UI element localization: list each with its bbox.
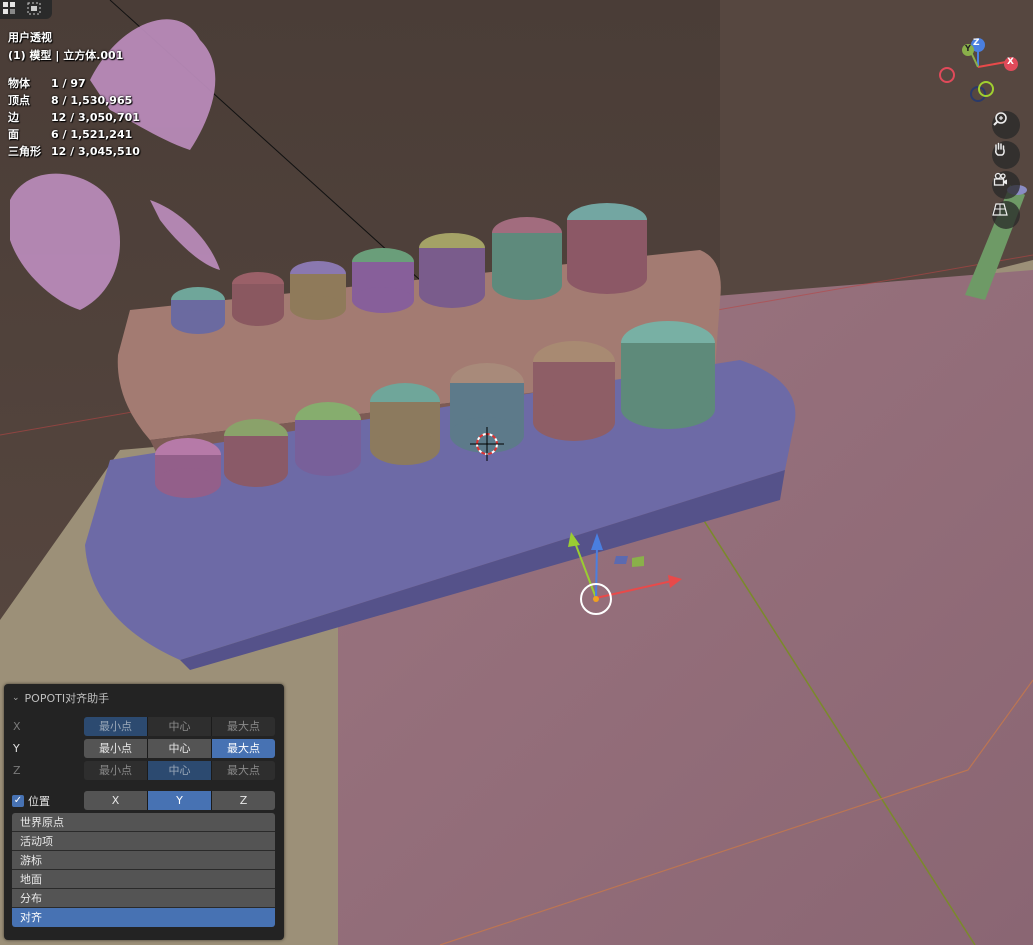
active-object-label: (1) 模型 | 立方体.001 — [8, 49, 124, 62]
axis-y-center-option[interactable]: 中心 — [148, 739, 212, 758]
position-z-option[interactable]: Z — [212, 791, 275, 810]
position-label: 位置 — [28, 795, 50, 808]
mode-distribute[interactable]: 分布 — [12, 889, 275, 908]
align-mode-list: 世界原点 活动项 游标 地面 分布 对齐 — [12, 813, 275, 927]
axis-x-label: X — [13, 720, 21, 733]
axis-z-min-option[interactable]: 最小点 — [84, 761, 148, 780]
axis-y-min-option[interactable]: 最小点 — [84, 739, 148, 758]
panel-title: POPOTI对齐助手 — [24, 692, 110, 705]
axis-x-min-option[interactable]: 最小点 — [84, 717, 148, 736]
stat-value: 12 / 3,045,510 — [51, 145, 140, 158]
stat-label: 面 — [8, 128, 19, 141]
stat-label: 三角形 — [8, 145, 41, 158]
axis-x-max-option[interactable]: 最大点 — [212, 717, 275, 736]
position-checkbox[interactable]: ✓ 位置 — [12, 793, 50, 809]
mode-ground[interactable]: 地面 — [12, 870, 275, 889]
axis-z-selector[interactable]: 最小点 中心 最大点 — [84, 761, 275, 780]
position-x-option[interactable]: X — [84, 791, 148, 810]
stat-edges: 边 12 / 3,050,701 — [8, 109, 140, 125]
stat-triangles: 三角形 12 / 3,045,510 — [8, 143, 140, 159]
chevron-down-icon[interactable]: ⌄ — [12, 693, 20, 703]
stat-value: 6 / 1,521,241 — [51, 128, 133, 141]
zoom-icon[interactable] — [992, 111, 1020, 139]
panel-header[interactable]: ⌄ POPOTI对齐助手 — [12, 690, 109, 706]
camera-icon[interactable] — [992, 171, 1020, 199]
position-y-option[interactable]: Y — [148, 791, 212, 810]
stat-value: 12 / 3,050,701 — [51, 111, 140, 124]
stat-label: 物体 — [8, 77, 30, 90]
stat-value: 8 / 1,530,965 — [51, 94, 133, 107]
mode-world-origin[interactable]: 世界原点 — [12, 813, 275, 832]
axis-z-max-option[interactable]: 最大点 — [212, 761, 275, 780]
axis-z-center-option[interactable]: 中心 — [148, 761, 212, 780]
position-axis-selector[interactable]: X Y Z — [84, 791, 275, 810]
stat-value: 1 / 97 — [51, 77, 86, 90]
stat-vertices: 顶点 8 / 1,530,965 — [8, 92, 132, 108]
hand-pan-icon[interactable] — [992, 141, 1020, 169]
stat-label: 边 — [8, 111, 19, 124]
axis-y-max-option[interactable]: 最大点 — [212, 739, 275, 758]
grid-perspective-icon[interactable] — [992, 201, 1020, 229]
stat-faces: 面 6 / 1,521,241 — [8, 126, 132, 142]
stat-objects: 物体 1 / 97 — [8, 75, 86, 91]
mode-active-item[interactable]: 活动项 — [12, 832, 275, 851]
mode-icons[interactable] — [0, 0, 52, 19]
gizmo-y-label: Y — [965, 44, 971, 53]
axis-x-center-option[interactable]: 中心 — [148, 717, 212, 736]
checkmark-icon[interactable]: ✓ — [12, 795, 24, 807]
mode-align[interactable]: 对齐 — [12, 908, 275, 927]
stat-label: 顶点 — [8, 94, 30, 107]
gizmo-x-label: X — [1007, 57, 1014, 67]
mode-cursor[interactable]: 游标 — [12, 851, 275, 870]
axis-y-label: Y — [13, 742, 20, 755]
gizmo-z-label: Z — [973, 38, 980, 48]
align-helper-panel: ⌄ POPOTI对齐助手 X 最小点 中心 最大点 Y 最小点 中心 最大点 Z… — [4, 684, 284, 940]
view-title: 用户透视 — [8, 31, 52, 44]
axis-x-selector[interactable]: 最小点 中心 最大点 — [84, 717, 275, 736]
axis-z-label: Z — [13, 764, 21, 777]
axis-y-selector[interactable]: 最小点 中心 最大点 — [84, 739, 275, 758]
